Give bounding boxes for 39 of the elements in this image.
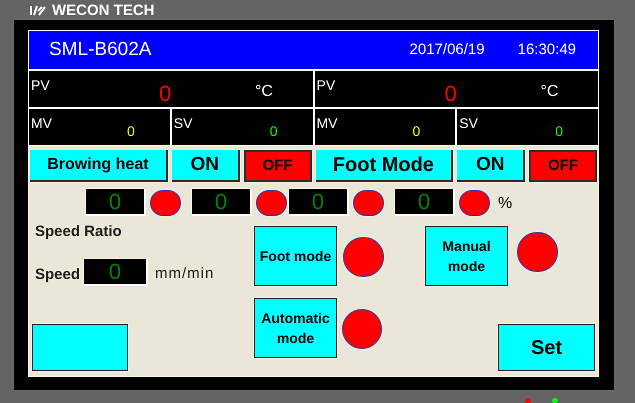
numeric-display: 0 xyxy=(86,189,146,216)
pv-label: PV xyxy=(316,76,336,95)
mode-button[interactable]: Foot Mode xyxy=(316,150,454,182)
pv-value: 0 xyxy=(444,80,457,108)
on-button[interactable]: ON xyxy=(172,150,240,182)
pv-label: PV xyxy=(31,76,50,95)
time-text: 16:30:49 xyxy=(518,40,577,60)
readout-value: 0 xyxy=(270,122,278,141)
on-button[interactable]: ON xyxy=(457,150,526,182)
speed-display: 0 xyxy=(84,259,148,286)
blank-button[interactable] xyxy=(32,324,128,371)
unit-label: °C xyxy=(540,82,558,102)
mode-select-button[interactable]: Manual mode xyxy=(425,226,508,286)
unit-label: °C xyxy=(255,82,273,102)
numeric-display: 0 xyxy=(192,189,252,216)
readout-label: SV xyxy=(459,114,478,133)
readout-value: 0 xyxy=(555,122,564,141)
speed-label: Speed xyxy=(35,265,80,285)
speed-unit: mm/min xyxy=(155,264,214,284)
readout-label: MV xyxy=(316,114,338,133)
pv-value: 0 xyxy=(159,80,172,108)
mode-select-button[interactable]: Automatic mode xyxy=(254,298,337,358)
date-text: 2017/06/19 xyxy=(410,40,485,60)
numeric-display: 0 xyxy=(289,189,349,216)
screen-title: SML-B602A xyxy=(49,38,152,62)
logo-icon xyxy=(30,4,46,16)
speed-ratio-label: Speed Ratio xyxy=(35,222,122,242)
readout-label: SV xyxy=(174,114,192,133)
readout-label: MV xyxy=(31,114,52,133)
readout-value: 0 xyxy=(412,122,420,141)
set-button[interactable]: Set xyxy=(498,324,595,371)
off-button[interactable]: OFF xyxy=(244,150,312,182)
mode-button[interactable]: Browing heat xyxy=(30,150,168,182)
off-button[interactable]: OFF xyxy=(529,150,597,182)
mode-select-button[interactable]: Foot mode xyxy=(254,226,337,286)
readout-value: 0 xyxy=(127,122,135,141)
brand-name: WECON TECH xyxy=(52,2,154,18)
percent-unit: % xyxy=(498,194,512,214)
numeric-display: 0 xyxy=(395,189,455,216)
